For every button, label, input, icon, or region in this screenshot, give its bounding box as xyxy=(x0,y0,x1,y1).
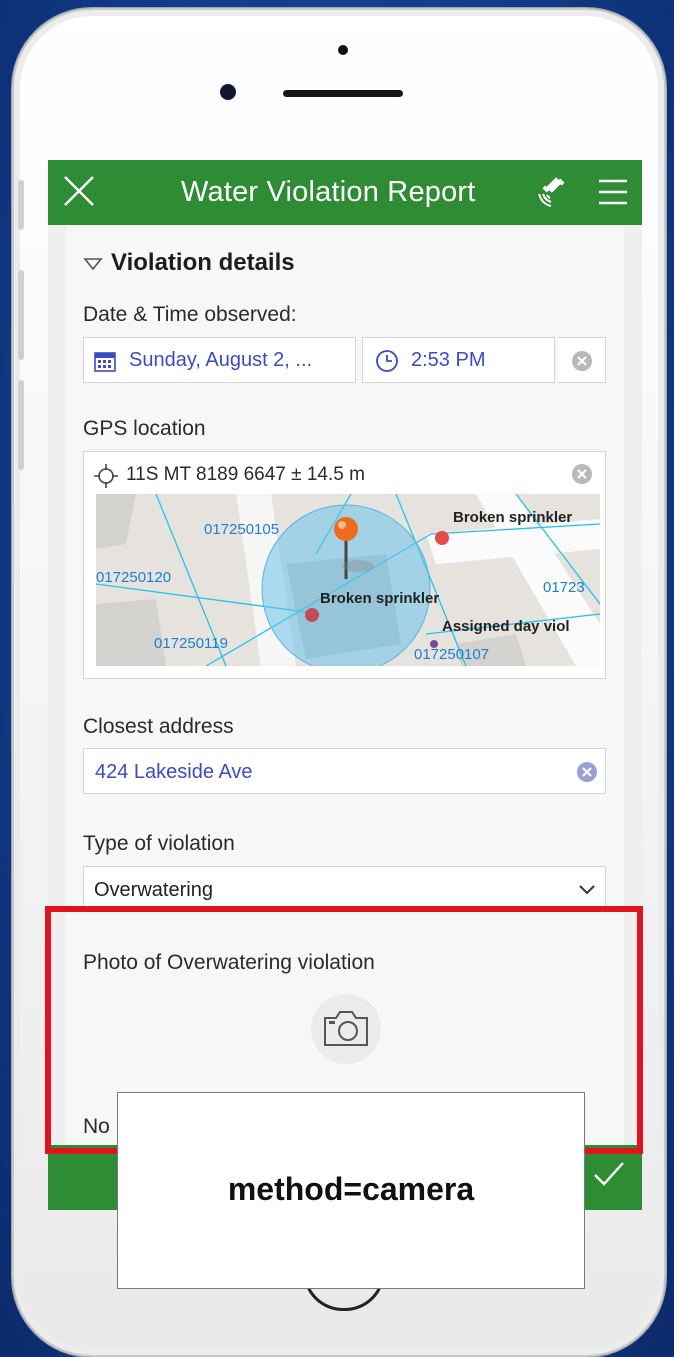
violation-type-value: Overwatering xyxy=(94,879,213,901)
datetime-clear-area xyxy=(558,337,606,383)
crosshair-icon xyxy=(94,464,118,488)
gps-label: GPS location xyxy=(83,417,206,440)
map-label-feature-3: Assigned day viol xyxy=(442,618,570,635)
address-label: Closest address xyxy=(83,715,234,738)
location-map[interactable]: 017250105 017250120 017250119 017250107 … xyxy=(96,494,600,666)
proximity-sensor xyxy=(338,45,348,55)
section-title: Violation details xyxy=(111,249,295,276)
app-title: Water Violation Report xyxy=(181,176,476,208)
time-value: 2:53 PM xyxy=(411,349,486,371)
gps-location-field[interactable]: 11S MT 8189 6647 ± 14.5 m 017250105 0172… xyxy=(83,451,606,679)
map-label-parcel-3: 017250119 xyxy=(154,635,228,652)
datetime-label: Date & Time observed: xyxy=(83,303,297,326)
close-icon[interactable] xyxy=(62,174,96,208)
map-label-feature-2: Broken sprinkler xyxy=(320,590,440,607)
map-label-parcel-1: 017250105 xyxy=(204,521,280,538)
violation-type-label: Type of violation xyxy=(83,832,235,855)
clear-address-icon[interactable] xyxy=(576,761,598,783)
gps-coordinates: 11S MT 8189 6647 ± 14.5 m xyxy=(126,464,365,485)
map-label-parcel-5: 01723 xyxy=(543,579,585,596)
collapse-triangle-icon xyxy=(83,257,103,270)
clear-datetime-icon[interactable] xyxy=(571,350,593,372)
calendar-icon xyxy=(94,352,116,372)
earpiece-speaker xyxy=(283,90,403,97)
clear-gps-icon[interactable] xyxy=(571,463,593,485)
mute-switch xyxy=(18,180,24,230)
volume-down-button xyxy=(18,380,24,470)
submit-check-icon[interactable] xyxy=(592,1159,626,1189)
front-camera xyxy=(220,84,236,100)
time-picker[interactable]: 2:53 PM xyxy=(362,337,555,383)
date-value: Sunday, August 2, ... xyxy=(129,349,313,371)
map-label-parcel-2: 017250120 xyxy=(96,569,172,586)
map-label-feature-1: Broken sprinkler xyxy=(453,509,573,526)
clock-icon xyxy=(376,350,398,372)
method-callout: method=camera xyxy=(117,1092,585,1289)
hamburger-menu-icon[interactable] xyxy=(597,177,629,207)
app-header: Water Violation Report xyxy=(48,160,642,225)
callout-text: method=camera xyxy=(227,1171,475,1207)
address-value: 424 Lakeside Ave xyxy=(95,761,253,783)
section-header-violation-details[interactable]: Violation details xyxy=(83,249,295,277)
chevron-down-icon xyxy=(579,885,595,895)
satellite-gps-icon[interactable] xyxy=(534,174,570,210)
map-label-parcel-4: 017250107 xyxy=(414,646,490,663)
date-picker[interactable]: Sunday, August 2, ... xyxy=(83,337,356,383)
address-field[interactable]: 424 Lakeside Ave xyxy=(83,748,606,794)
volume-up-button xyxy=(18,270,24,360)
